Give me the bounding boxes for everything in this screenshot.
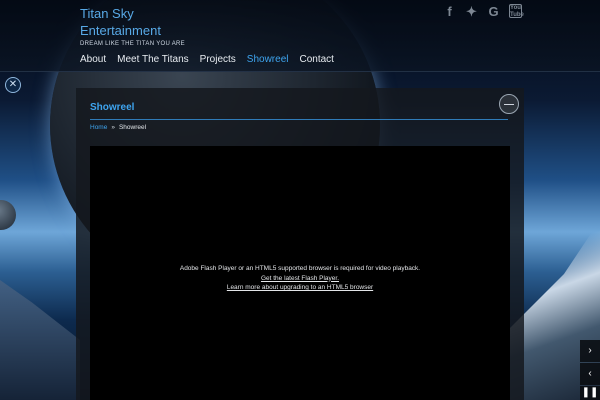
google-icon[interactable]: G: [487, 4, 500, 20]
nav-item-showreel[interactable]: Showreel: [247, 54, 289, 65]
close-icon[interactable]: ✕: [5, 77, 21, 93]
site-logo-title[interactable]: Titan Sky Entertainment: [80, 5, 200, 39]
youtube-icon[interactable]: You Tube: [509, 4, 524, 18]
nav-item-meet-the-titans[interactable]: Meet The Titans: [117, 54, 189, 65]
video-fallback-message: Adobe Flash Player or an HTML5 supported…: [90, 264, 510, 293]
video-requirement-text: Adobe Flash Player or an HTML5 supported…: [179, 265, 421, 272]
minus-circle-icon[interactable]: [499, 94, 519, 114]
page-title: Showreel: [90, 102, 135, 113]
pause-icon[interactable]: ❚❚: [580, 386, 600, 400]
title-divider: [90, 119, 508, 120]
breadcrumb-current: Showreel: [118, 124, 147, 131]
chevron-right-icon[interactable]: ›: [580, 340, 600, 362]
nav-item-about[interactable]: About: [80, 54, 106, 65]
chevron-left-icon[interactable]: ‹: [580, 363, 600, 385]
social-links: f ✦ G You Tube: [443, 4, 524, 20]
content-panel: Showreel Home » Showreel Adobe Flash Pla…: [76, 88, 524, 400]
html5-browser-link[interactable]: Learn more about upgrading to an HTML5 b…: [90, 283, 510, 293]
breadcrumb: Home » Showreel: [90, 124, 146, 131]
nav-item-projects[interactable]: Projects: [200, 54, 236, 65]
breadcrumb-separator: »: [111, 124, 115, 131]
main-nav: About Meet The Titans Projects Showreel …: [80, 54, 334, 65]
twitter-icon[interactable]: ✦: [465, 4, 478, 20]
site-header: Titan Sky Entertainment DREAM LIKE THE T…: [0, 0, 600, 72]
nav-item-contact[interactable]: Contact: [300, 54, 334, 65]
breadcrumb-home-link[interactable]: Home: [90, 124, 107, 131]
flash-player-link[interactable]: Get the latest Flash Player.: [90, 274, 510, 284]
video-player[interactable]: Adobe Flash Player or an HTML5 supported…: [90, 146, 510, 400]
site-tagline: DREAM LIKE THE TITAN YOU ARE: [80, 41, 185, 47]
facebook-icon[interactable]: f: [443, 4, 456, 20]
